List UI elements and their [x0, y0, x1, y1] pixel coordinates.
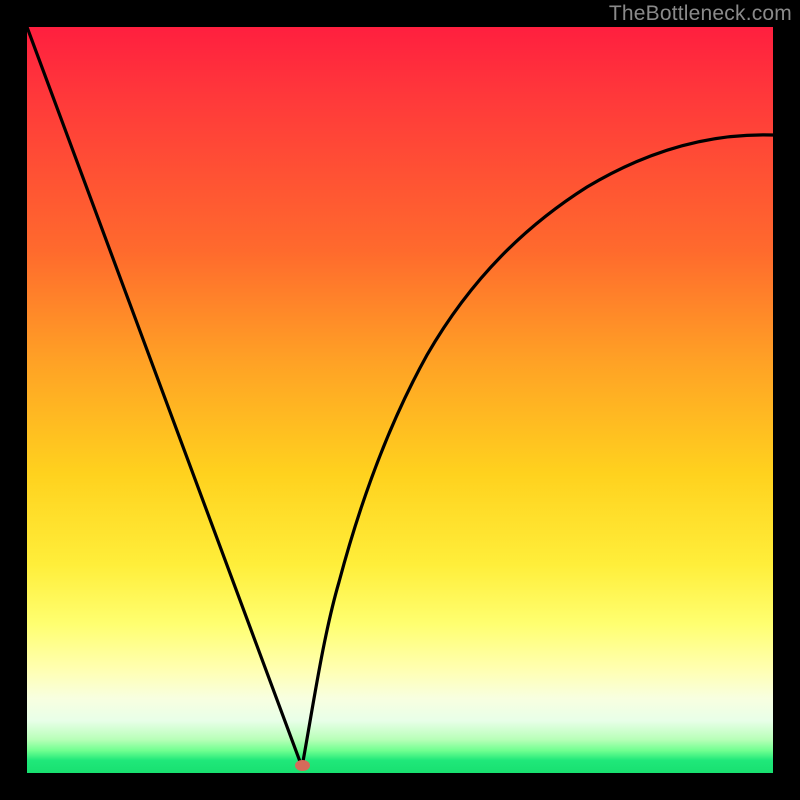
watermark-text: TheBottleneck.com — [609, 2, 792, 26]
plot-area — [27, 27, 773, 773]
minimum-marker — [295, 760, 310, 771]
chart-frame: TheBottleneck.com — [0, 0, 800, 800]
bottleneck-curve — [27, 27, 773, 773]
curve-left-branch — [27, 27, 302, 767]
curve-right-branch — [302, 135, 773, 767]
